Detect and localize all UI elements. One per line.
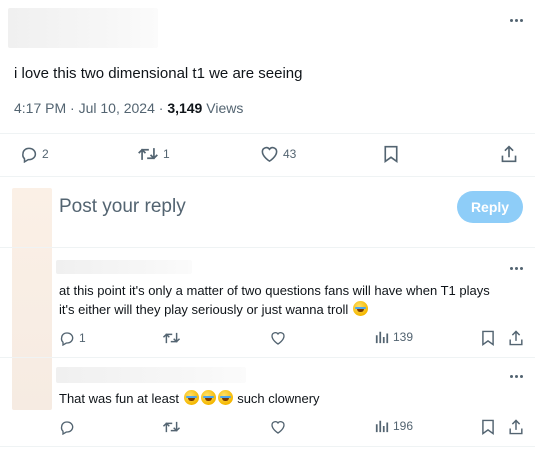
divider — [0, 176, 535, 177]
reply-author-redacted — [56, 367, 246, 383]
reply-button[interactable] — [59, 419, 75, 435]
rofl-emoji — [200, 390, 216, 405]
more-icon[interactable] — [510, 267, 523, 270]
reply-author-redacted — [56, 260, 192, 274]
reply-button[interactable]: 1 — [59, 330, 86, 346]
bookmark-button[interactable] — [481, 330, 495, 346]
share-icon — [501, 145, 517, 163]
repost-count: 1 — [163, 147, 170, 161]
reply-icon — [22, 147, 37, 163]
reply-icon — [60, 332, 74, 346]
repost-button[interactable]: 1 — [137, 145, 170, 163]
tweet-meta: 4:17 PM · Jul 10, 2024 · 3,149 Views — [14, 100, 243, 116]
rofl-emoji — [217, 390, 233, 405]
view-count: 139 — [393, 330, 414, 344]
bookmark-icon — [482, 419, 494, 435]
view-label: Views — [202, 100, 244, 116]
reply-input[interactable]: Post your reply — [59, 196, 186, 218]
views-button[interactable]: 196 — [375, 419, 413, 433]
share-icon — [509, 419, 523, 435]
rofl-emoji — [352, 301, 368, 316]
like-button[interactable] — [270, 419, 286, 435]
share-button[interactable] — [508, 419, 524, 435]
like-button[interactable] — [270, 330, 286, 346]
like-button[interactable]: 43 — [260, 145, 296, 163]
reply-text-line: it's either will they play seriously or … — [59, 300, 519, 319]
more-icon[interactable] — [510, 375, 523, 378]
reply-count: 2 — [42, 147, 49, 161]
tweet-text: i love this two dimensional t1 we are se… — [14, 65, 303, 82]
avatar-redacted — [12, 188, 52, 410]
bookmark-icon — [482, 330, 494, 346]
share-button[interactable] — [500, 145, 518, 163]
divider — [0, 357, 535, 358]
share-icon — [509, 330, 523, 346]
reply-count: 1 — [79, 331, 86, 345]
rofl-emoji — [183, 390, 199, 405]
heart-icon — [271, 421, 285, 434]
views-icon — [375, 331, 389, 344]
reply-text-line: at this point it's only a matter of two … — [59, 283, 490, 298]
author-name-redacted — [8, 8, 158, 48]
divider — [0, 446, 535, 447]
bookmark-button[interactable] — [383, 145, 399, 163]
view-count: 3,149 — [167, 100, 203, 116]
reply-text: That was fun at least such clownery — [59, 390, 320, 406]
bookmark-button[interactable] — [481, 419, 495, 435]
repost-icon — [162, 332, 181, 344]
reply-button[interactable]: 2 — [20, 145, 49, 163]
bookmark-icon — [384, 145, 398, 163]
views-button[interactable]: 139 — [375, 330, 413, 344]
reply-submit-button[interactable]: Reply — [457, 191, 523, 223]
view-count: 196 — [393, 419, 414, 433]
divider — [0, 133, 535, 134]
repost-icon — [138, 148, 158, 160]
divider — [0, 247, 535, 248]
reply-text: at this point it's only a matter of two … — [59, 281, 519, 319]
repost-button[interactable] — [162, 330, 181, 346]
views-icon — [375, 420, 389, 433]
repost-icon — [162, 421, 181, 433]
heart-icon — [271, 332, 285, 345]
share-button[interactable] — [508, 330, 524, 346]
reply-icon — [60, 421, 74, 435]
tweet-timestamp[interactable]: 4:17 PM · Jul 10, 2024 · — [14, 100, 167, 116]
like-count: 43 — [283, 147, 297, 161]
more-icon[interactable] — [510, 19, 523, 22]
heart-icon — [261, 146, 278, 163]
repost-button[interactable] — [162, 419, 181, 435]
